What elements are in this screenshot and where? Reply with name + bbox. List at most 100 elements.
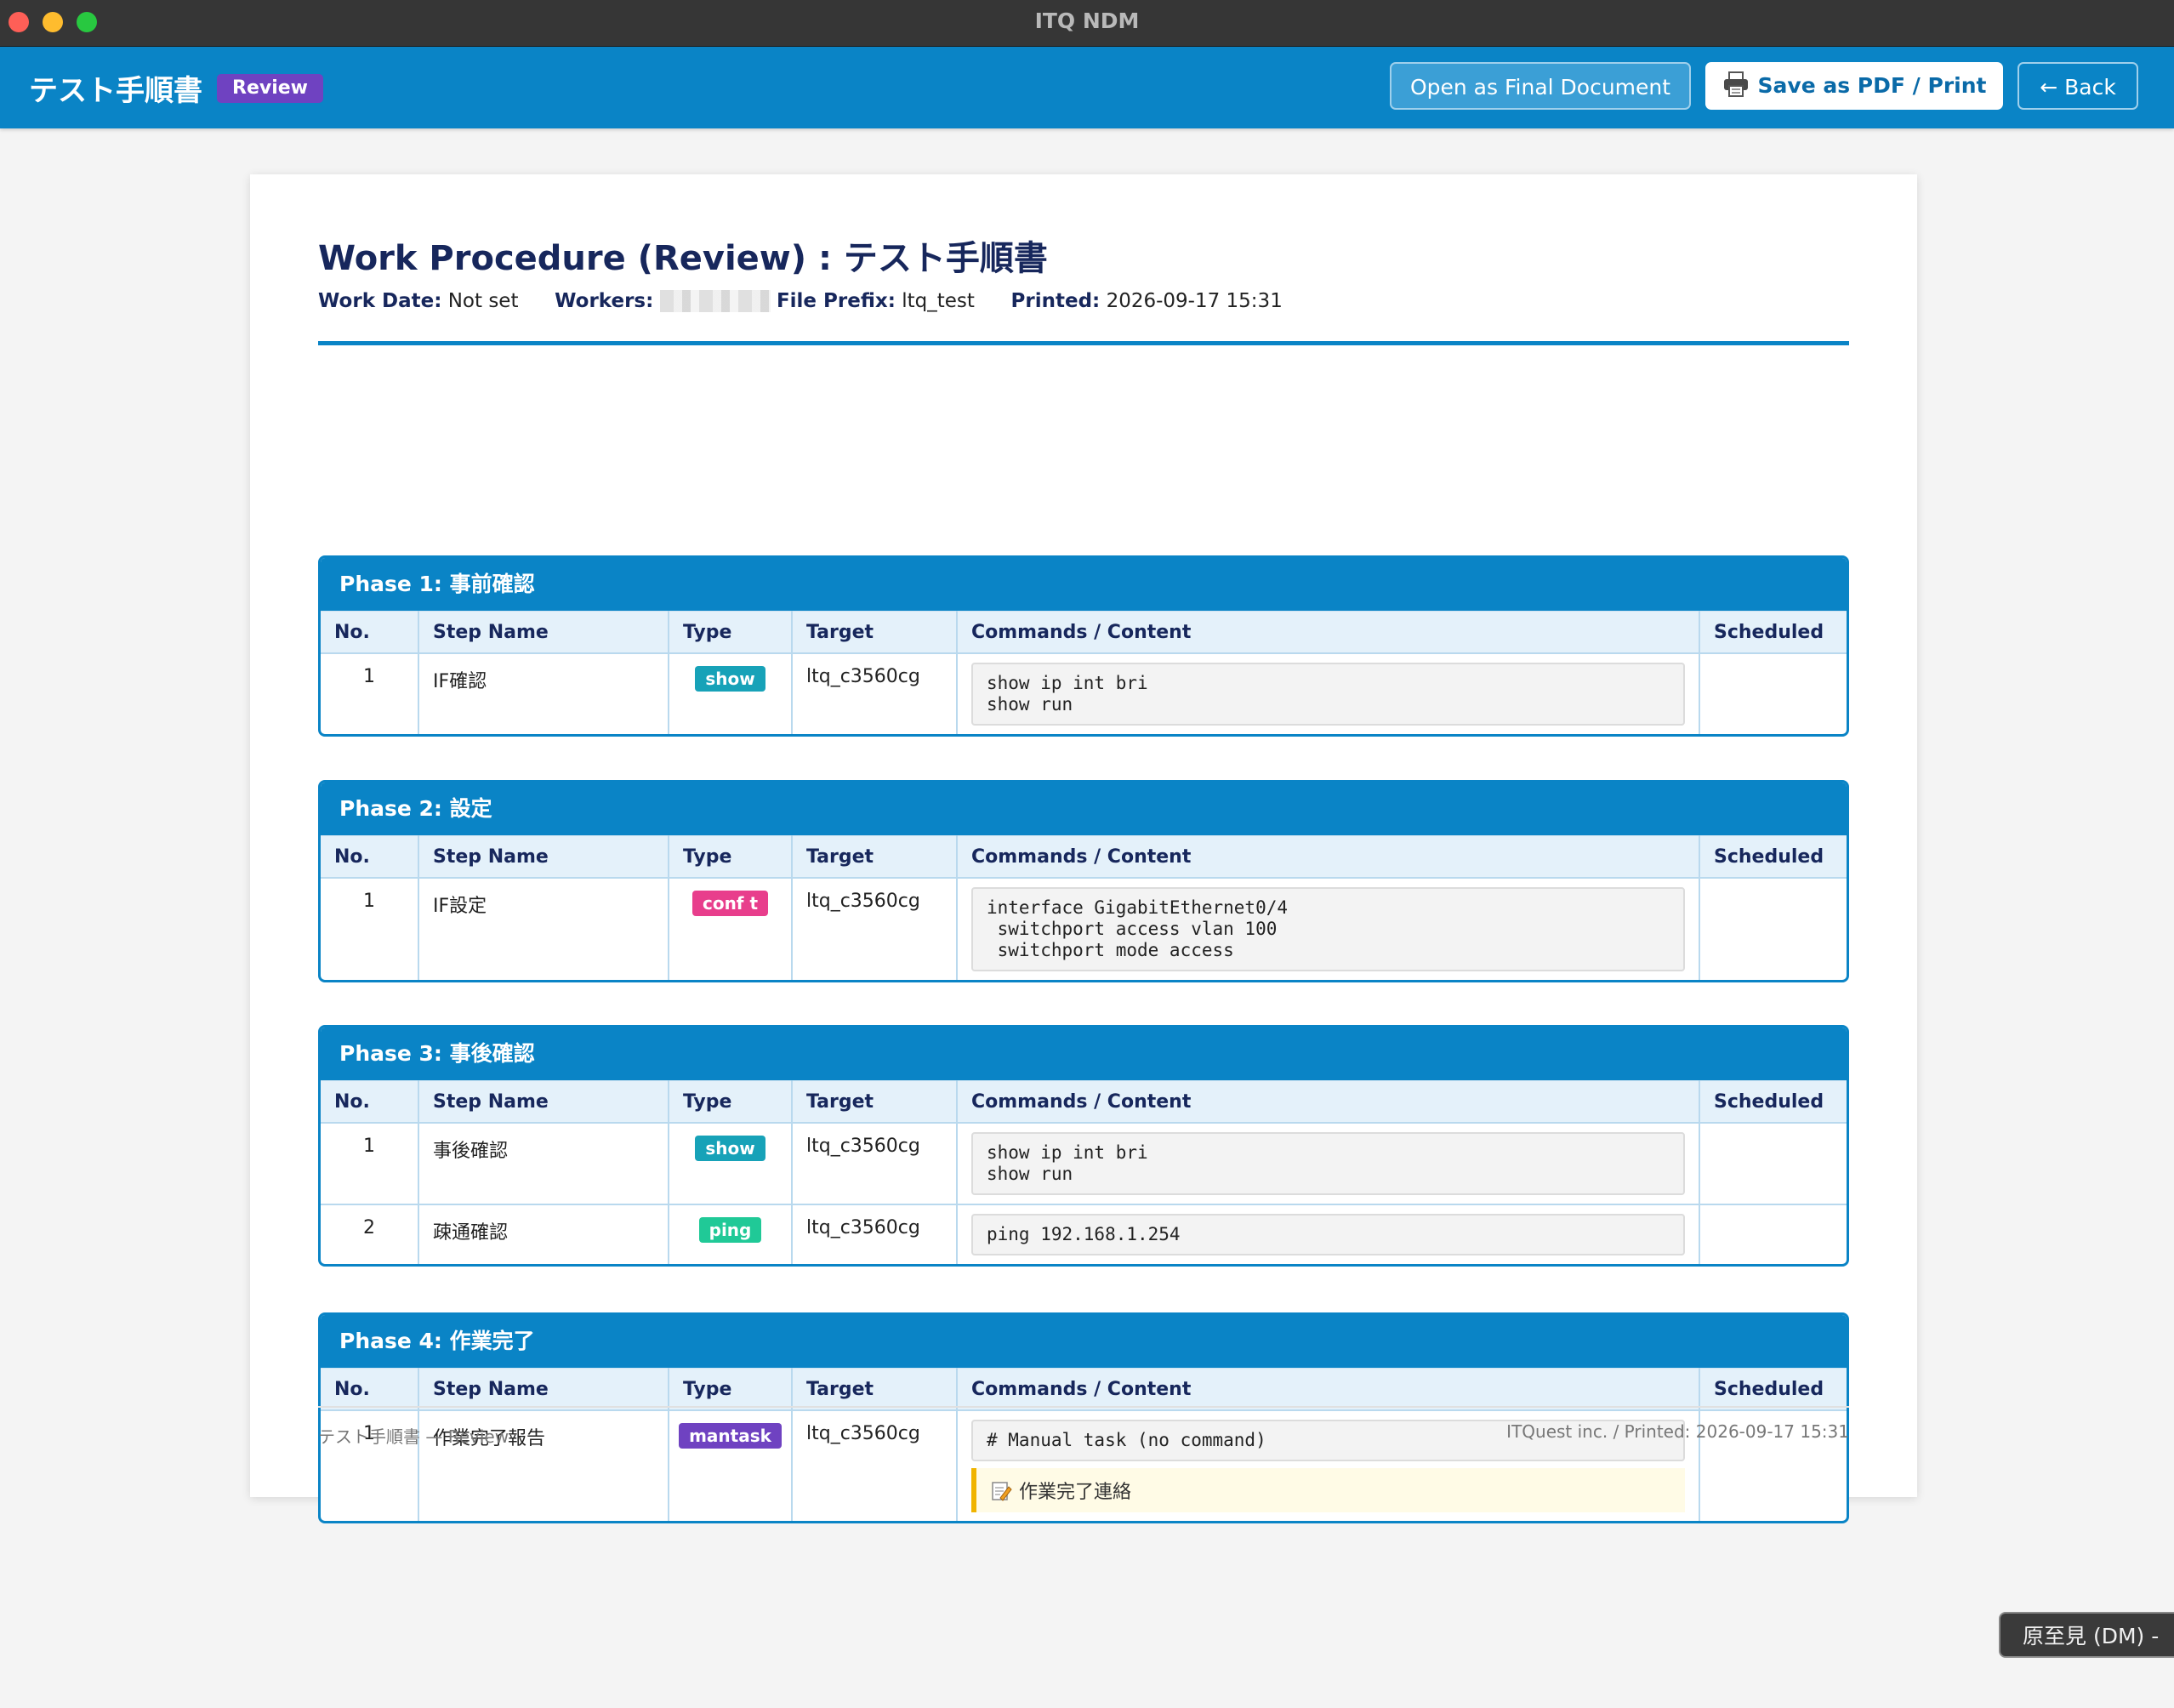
step-number: 2 xyxy=(321,1204,419,1264)
phase-title: Phase 4: 作業完了 xyxy=(321,1315,1847,1368)
document-meta: Work Date: Not set Workers: File Prefix:… xyxy=(318,290,1283,312)
phase-section: Phase 2: 設定 No. Step Name Type Target Command… xyxy=(318,780,1849,982)
app-header: テスト手順書 Review Open as Final Document Sav… xyxy=(0,47,2174,128)
column-header: No. xyxy=(321,835,419,878)
step-scheduled xyxy=(1699,1122,1847,1204)
column-header: Step Name xyxy=(418,1080,669,1123)
table-header-row: No. Step Name Type Target Commands / Content… xyxy=(321,611,1847,653)
column-header: Scheduled xyxy=(1699,1080,1847,1123)
step-number: 1 xyxy=(321,652,419,734)
column-header: Type xyxy=(669,611,793,653)
step-number: 1 xyxy=(321,877,419,980)
phase-table: No. Step Name Type Target Commands / Content… xyxy=(321,1080,1847,1264)
step-type-badge: mantask xyxy=(679,1423,782,1449)
phase-title: Phase 1: 事前確認 xyxy=(321,558,1847,611)
column-header: Target xyxy=(792,1080,958,1123)
footer-company-printed: ITQuest inc. / Printed: 2026-09-17 15:31 xyxy=(1506,1421,1849,1442)
step-type-cell: ping xyxy=(669,1204,793,1264)
work-date-value: Not set xyxy=(447,290,519,312)
phase-title: Phase 2: 設定 xyxy=(321,783,1847,835)
column-header: Scheduled xyxy=(1699,611,1847,653)
page-title: テスト手順書 xyxy=(29,74,202,108)
step-type-cell: conf t xyxy=(669,877,793,980)
step-note: 作業完了連絡 xyxy=(971,1468,1685,1512)
print-button-label: Save as PDF / Print xyxy=(1757,73,1987,98)
phase-section: Phase 4: 作業完了 No. Step Name Type Target Comma… xyxy=(318,1312,1849,1523)
phase-table: No. Step Name Type Target Commands / Content… xyxy=(321,1368,1847,1521)
column-header: Commands / Content xyxy=(957,611,1700,653)
work-date-label: Work Date: xyxy=(318,290,442,312)
printed-label: Printed: xyxy=(1010,290,1101,312)
step-type-badge: conf t xyxy=(691,891,769,916)
memo-icon xyxy=(992,1482,1012,1501)
table-row: 1 事後確認 show ltq_c3560cg show ip int bri show… xyxy=(321,1122,1847,1204)
input-method-indicator[interactable]: 原至見 (DM) - xyxy=(1999,1612,2174,1658)
column-header: Step Name xyxy=(418,1368,669,1410)
column-header: No. xyxy=(321,1368,419,1410)
column-header: Commands / Content xyxy=(957,835,1700,878)
column-header: Target xyxy=(792,1368,958,1410)
open-final-document-button[interactable]: Open as Final Document xyxy=(1390,62,1691,110)
step-type-cell: show xyxy=(669,1122,793,1204)
step-commands-cell: ping 192.168.1.254 xyxy=(957,1204,1700,1264)
step-scheduled xyxy=(1699,877,1847,980)
column-header: No. xyxy=(321,611,419,653)
step-scheduled xyxy=(1699,652,1847,734)
table-row: 2 疎通確認 ping ltq_c3560cg ping 192.168.1.254 xyxy=(321,1204,1847,1264)
footer-document-name: テスト手順書 — Review xyxy=(318,1426,509,1447)
step-name: 疎通確認 xyxy=(418,1204,669,1264)
column-header: Scheduled xyxy=(1699,835,1847,878)
column-header: Scheduled xyxy=(1699,1368,1847,1410)
table-header-row: No. Step Name Type Target Commands / Content… xyxy=(321,1368,1847,1410)
workers-redacted xyxy=(659,290,771,312)
column-header: Commands / Content xyxy=(957,1368,1700,1410)
column-header: Step Name xyxy=(418,835,669,878)
column-header: Commands / Content xyxy=(957,1080,1700,1123)
step-commands-cell: show ip int bri show run xyxy=(957,652,1700,734)
printed-value: 2026-09-17 15:31 xyxy=(1106,290,1283,312)
document-title: Work Procedure (Review) : テスト手順書 xyxy=(318,239,1048,278)
column-header: Target xyxy=(792,611,958,653)
table-row: 1 IF確認 show ltq_c3560cg show ip int bri show… xyxy=(321,652,1847,734)
step-note-text: 作業完了連絡 xyxy=(1019,1482,1132,1503)
table-row: 1 IF設定 conf t ltq_c3560cg interface GigabitE… xyxy=(321,877,1847,980)
column-header: Type xyxy=(669,835,793,878)
step-target: ltq_c3560cg xyxy=(792,1204,958,1264)
step-name: IF確認 xyxy=(418,652,669,734)
column-header: Target xyxy=(792,835,958,878)
step-name: 事後確認 xyxy=(418,1122,669,1204)
step-target: ltq_c3560cg xyxy=(792,1409,958,1521)
step-name: IF設定 xyxy=(418,877,669,980)
step-target: ltq_c3560cg xyxy=(792,1122,958,1204)
back-button[interactable]: ← Back xyxy=(2017,62,2138,110)
column-header: Type xyxy=(669,1080,793,1123)
column-header: Step Name xyxy=(418,611,669,653)
step-target: ltq_c3560cg xyxy=(792,877,958,980)
phase-section: Phase 1: 事前確認 No. Step Name Type Target Comma… xyxy=(318,555,1849,737)
phase-section: Phase 3: 事後確認 No. Step Name Type Target Comma… xyxy=(318,1025,1849,1267)
file-prefix-value: ltq_test xyxy=(902,290,975,312)
step-type-badge: show xyxy=(695,1136,765,1161)
phase-title: Phase 3: 事後確認 xyxy=(321,1028,1847,1080)
title-divider xyxy=(318,341,1849,345)
table-header-row: No. Step Name Type Target Commands / Content… xyxy=(321,835,1847,878)
workers-label: Workers: xyxy=(555,290,654,312)
command-block: ping 192.168.1.254 xyxy=(971,1214,1685,1255)
footer-divider xyxy=(318,1406,1849,1408)
column-header: Type xyxy=(669,1368,793,1410)
file-prefix-label: File Prefix: xyxy=(776,290,896,312)
command-block: show ip int bri show run xyxy=(971,663,1685,726)
step-type-badge: ping xyxy=(698,1217,762,1243)
command-block: interface GigabitEthernet0/4 switchport … xyxy=(971,887,1685,971)
step-target: ltq_c3560cg xyxy=(792,652,958,734)
printer-icon xyxy=(1723,71,1748,97)
step-type-cell: mantask xyxy=(669,1409,793,1521)
save-pdf-print-button[interactable]: Save as PDF / Print xyxy=(1705,62,2003,110)
window-title: ITQ NDM xyxy=(1034,9,1140,33)
column-header: No. xyxy=(321,1080,419,1123)
step-commands-cell: interface GigabitEthernet0/4 switchport … xyxy=(957,877,1700,980)
window-titlebar: ITQ NDM xyxy=(0,0,2174,47)
step-scheduled xyxy=(1699,1204,1847,1264)
step-type-badge: show xyxy=(695,666,765,692)
step-commands-cell: show ip int bri show run xyxy=(957,1122,1700,1204)
